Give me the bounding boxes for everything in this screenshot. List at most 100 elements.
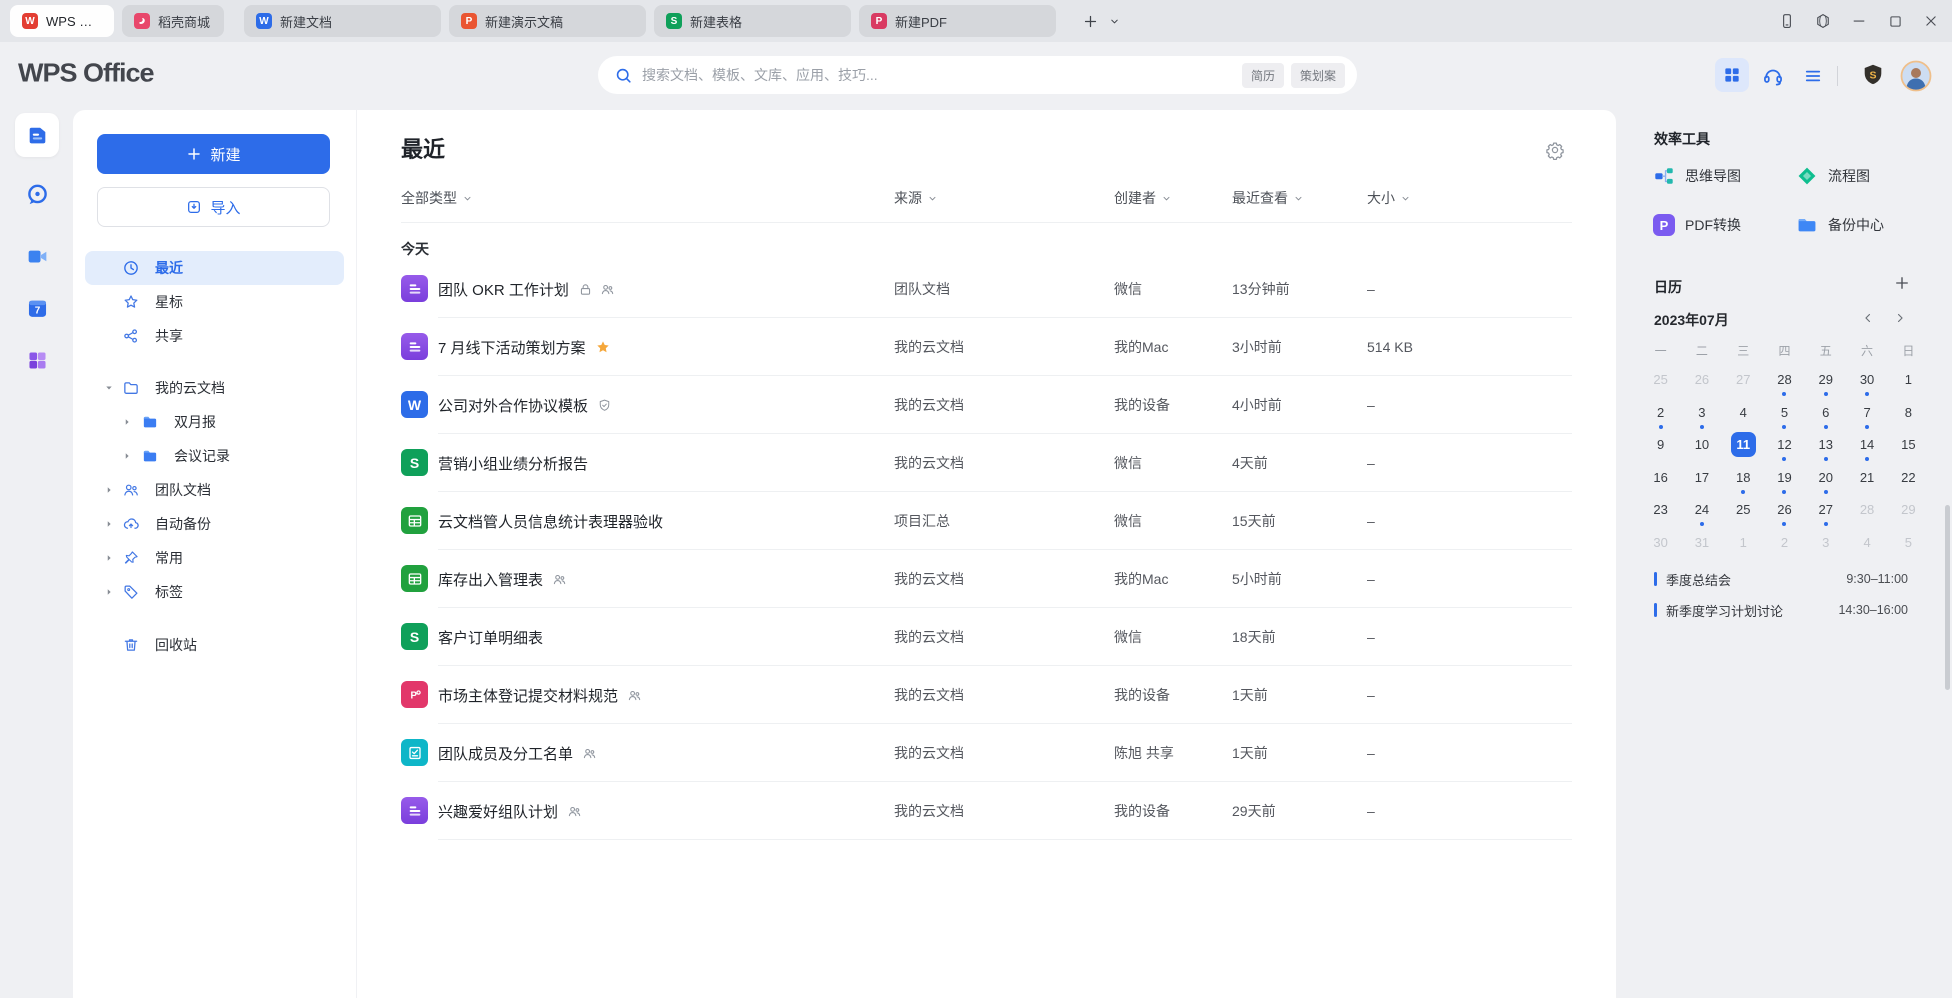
sidebar-item-tag[interactable]: 标签 xyxy=(85,575,344,609)
filter-all-types[interactable]: 全部类型 xyxy=(401,188,473,208)
calendar-day[interactable]: 1 xyxy=(1888,365,1929,398)
file-row[interactable]: 云文档管人员信息统计表理器验收项目汇总微信15天前– xyxy=(401,492,1572,550)
file-row[interactable]: P市场主体登记提交材料规范我的云文档我的设备1天前– xyxy=(401,666,1572,724)
calendar-day[interactable]: 31 xyxy=(1681,528,1722,561)
caret-right-icon[interactable] xyxy=(122,451,134,461)
support-headset-icon[interactable] xyxy=(1761,64,1785,88)
calendar-day[interactable]: 5 xyxy=(1764,398,1805,431)
calendar-event[interactable]: 新季度学习计划讨论 14:30–16:00 xyxy=(1654,599,1908,621)
calendar-day[interactable]: 6 xyxy=(1805,398,1846,431)
sidebar-apps-icon[interactable] xyxy=(24,347,50,373)
search-tag-resume[interactable]: 简历 xyxy=(1242,63,1284,88)
minimize-button[interactable] xyxy=(1848,10,1870,32)
calendar-day[interactable]: 7 xyxy=(1846,398,1887,431)
calendar-prev-icon[interactable] xyxy=(1861,311,1877,327)
sidebar-item-clock[interactable]: 最近 xyxy=(85,251,344,285)
calendar-day[interactable]: 12 xyxy=(1764,430,1805,463)
tool-mindmap[interactable]: 思维导图 xyxy=(1653,163,1741,189)
calendar-day[interactable]: 18 xyxy=(1723,463,1764,496)
caret-right-icon[interactable] xyxy=(104,587,116,597)
sidebar-item-pin[interactable]: 常用 xyxy=(85,541,344,575)
calendar-day[interactable]: 8 xyxy=(1888,398,1929,431)
tab-slides[interactable]: P新建演示文稿 xyxy=(449,5,646,37)
calendar-day[interactable]: 25 xyxy=(1723,495,1764,528)
tab-wps[interactable]: WWPS Office xyxy=(10,5,114,37)
calendar-day[interactable]: 5 xyxy=(1888,528,1929,561)
import-button[interactable]: 导入 xyxy=(97,187,330,227)
file-row[interactable]: W公司对外合作协议模板我的云文档我的设备4小时前– xyxy=(401,376,1572,434)
sidebar-item-team[interactable]: 团队文档 xyxy=(85,473,344,507)
calendar-day[interactable]: 2 xyxy=(1764,528,1805,561)
sidebar-item-folder-outline[interactable]: 我的云文档 xyxy=(85,371,344,405)
calendar-day[interactable]: 28 xyxy=(1846,495,1887,528)
search-bar[interactable]: 搜索文档、模板、文库、应用、技巧... 简历 策划案 xyxy=(598,56,1357,94)
column-creator[interactable]: 创建者 xyxy=(1114,188,1172,208)
calendar-day[interactable]: 3 xyxy=(1805,528,1846,561)
sidebar-calendar-icon[interactable]: 7 xyxy=(24,295,50,321)
calendar-day[interactable]: 27 xyxy=(1805,495,1846,528)
close-button[interactable] xyxy=(1920,10,1942,32)
tool-pdf-convert[interactable]: PPDF转换 xyxy=(1653,212,1741,238)
tab-pdftab[interactable]: P新建PDF xyxy=(859,5,1056,37)
sidebar-chat-icon[interactable] xyxy=(24,181,50,207)
calendar-day[interactable]: 22 xyxy=(1888,463,1929,496)
calendar-day[interactable]: 25 xyxy=(1640,365,1681,398)
calendar-day[interactable]: 27 xyxy=(1723,365,1764,398)
caret-right-icon[interactable] xyxy=(104,553,116,563)
calendar-day[interactable]: 4 xyxy=(1723,398,1764,431)
sidebar-item-share[interactable]: 共享 xyxy=(85,319,344,353)
calendar-day[interactable]: 9 xyxy=(1640,430,1681,463)
column-source[interactable]: 来源 xyxy=(894,188,938,208)
file-row[interactable]: 团队成员及分工名单我的云文档陈旭 共享1天前– xyxy=(401,724,1572,782)
calendar-day[interactable]: 20 xyxy=(1805,463,1846,496)
sidebar-item-star[interactable]: 星标 xyxy=(85,285,344,319)
caret-right-icon[interactable] xyxy=(104,485,116,495)
sidebar-meeting-icon[interactable] xyxy=(24,243,50,269)
calendar-day[interactable]: 26 xyxy=(1764,495,1805,528)
column-last-viewed[interactable]: 最近查看 xyxy=(1232,188,1304,208)
calendar-day[interactable]: 10 xyxy=(1681,430,1722,463)
new-tab-plus-icon[interactable] xyxy=(1082,13,1099,30)
sidebar-item-trash[interactable]: 回收站 xyxy=(85,628,344,662)
tool-flowchart[interactable]: 流程图 xyxy=(1796,163,1870,189)
calendar-day[interactable]: 4 xyxy=(1846,528,1887,561)
file-row[interactable]: 团队 OKR 工作计划团队文档微信13分钟前– xyxy=(401,260,1572,318)
calendar-day[interactable]: 21 xyxy=(1846,463,1887,496)
calendar-day[interactable]: 16 xyxy=(1640,463,1681,496)
file-row[interactable]: S营销小组业绩分析报告我的云文档微信4天前– xyxy=(401,434,1572,492)
scrollbar[interactable] xyxy=(1945,505,1950,690)
calendar-day[interactable]: 30 xyxy=(1640,528,1681,561)
mobile-sync-icon[interactable] xyxy=(1776,10,1798,32)
calendar-day[interactable]: 28 xyxy=(1764,365,1805,398)
skin-theme-icon[interactable] xyxy=(1812,10,1834,32)
tab-writer[interactable]: W新建文档 xyxy=(244,5,441,37)
maximize-button[interactable] xyxy=(1884,10,1906,32)
avatar[interactable] xyxy=(1900,60,1932,92)
calendar-add-icon[interactable] xyxy=(1893,274,1913,294)
calendar-day[interactable]: 3 xyxy=(1681,398,1722,431)
caret-right-icon[interactable] xyxy=(122,417,134,427)
calendar-day-selected[interactable]: 11 xyxy=(1723,430,1764,463)
file-row[interactable]: 7 月线下活动策划方案我的云文档我的Mac3小时前514 KB xyxy=(401,318,1572,376)
tab-docer[interactable]: 稻壳商城 xyxy=(122,5,224,37)
calendar-day[interactable]: 19 xyxy=(1764,463,1805,496)
calendar-day[interactable]: 17 xyxy=(1681,463,1722,496)
sidebar-item-cloud-backup[interactable]: 自动备份 xyxy=(85,507,344,541)
tab-list-chevron-icon[interactable] xyxy=(1109,16,1120,27)
file-row[interactable]: 兴趣爱好组队计划我的云文档我的设备29天前– xyxy=(401,782,1572,840)
calendar-day[interactable]: 15 xyxy=(1888,430,1929,463)
main-menu-icon[interactable] xyxy=(1801,64,1825,88)
calendar-day[interactable]: 23 xyxy=(1640,495,1681,528)
caret-right-icon[interactable] xyxy=(104,519,116,529)
calendar-day[interactable]: 30 xyxy=(1846,365,1887,398)
tool-backup[interactable]: 备份中心 xyxy=(1796,212,1884,238)
column-size[interactable]: 大小 xyxy=(1367,188,1411,208)
calendar-day[interactable]: 14 xyxy=(1846,430,1887,463)
list-settings-gear-icon[interactable] xyxy=(1545,140,1567,162)
calendar-day[interactable]: 29 xyxy=(1888,495,1929,528)
new-document-button[interactable]: 新建 xyxy=(97,134,330,174)
apps-grid-button[interactable] xyxy=(1715,58,1749,92)
tab-sheets[interactable]: S新建表格 xyxy=(654,5,851,37)
search-tag-plan[interactable]: 策划案 xyxy=(1291,63,1345,88)
membership-badge[interactable]: S xyxy=(1861,62,1885,86)
